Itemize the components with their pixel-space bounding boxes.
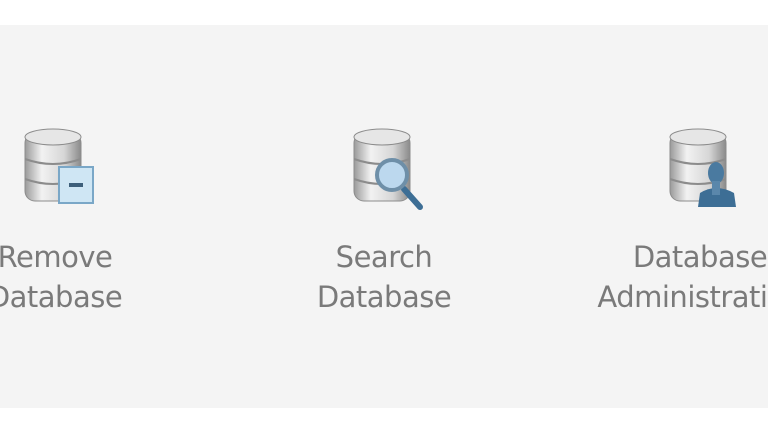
search-database-label: Search Database bbox=[316, 240, 452, 314]
database-admin-icon bbox=[669, 128, 736, 207]
database-tools-panel: Remove Database Search Database Database Ad… bbox=[0, 25, 768, 408]
remove-database-label: Remove Database bbox=[0, 240, 123, 314]
database-administration-button[interactable]: DatabaseAdministration bbox=[580, 25, 768, 408]
search-database-button[interactable]: Search Database bbox=[264, 25, 504, 408]
database-remove-icon bbox=[24, 128, 94, 204]
database-administration-label: DatabaseAdministration bbox=[597, 240, 768, 314]
database-search-icon bbox=[353, 128, 423, 210]
remove-database-button[interactable]: Remove Database bbox=[0, 25, 175, 408]
